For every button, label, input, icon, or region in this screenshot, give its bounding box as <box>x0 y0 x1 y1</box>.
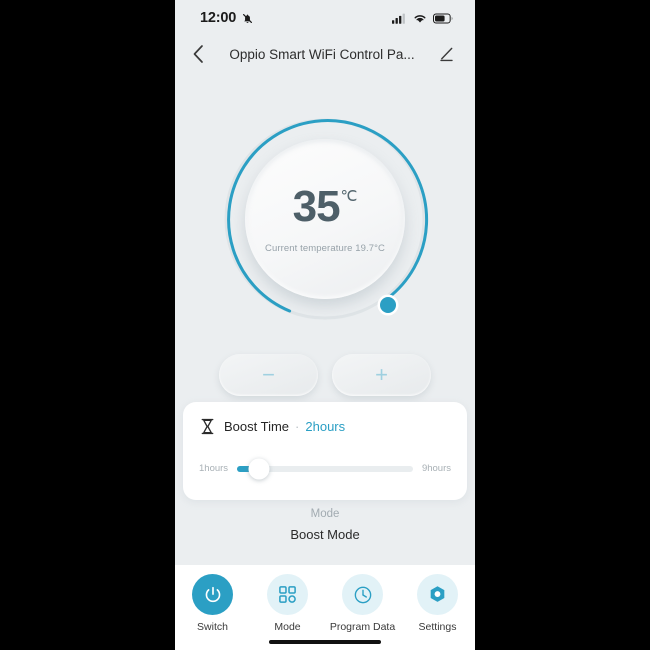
nav-label-mode: Mode <box>274 621 301 633</box>
wifi-icon <box>414 14 426 23</box>
dial-knob[interactable] <box>380 297 396 313</box>
mode-icon-circle <box>267 574 308 615</box>
decrease-temperature-button[interactable]: − <box>219 354 318 396</box>
mode-current-value: Boost Mode <box>290 527 360 542</box>
grid-icon <box>279 586 296 603</box>
bell-slash-icon <box>243 13 253 23</box>
status-bar-clock: 12:00 <box>200 10 237 26</box>
boost-time-header: Boost Time · 2hours <box>183 402 467 435</box>
back-button[interactable] <box>187 43 209 65</box>
home-indicator <box>269 639 381 644</box>
nav-item-mode[interactable]: Mode <box>254 574 322 633</box>
status-bar: 12:00 <box>175 0 475 36</box>
status-bar-left: 12:00 <box>200 10 254 26</box>
chevron-left-icon <box>193 45 203 63</box>
nav-item-switch[interactable]: Switch <box>179 574 247 633</box>
phone-screen: 12:00 Oppio Smart WiFi Control Pa... 35 … <box>175 0 475 650</box>
plus-icon: + <box>375 362 388 387</box>
cellular-signal-icon <box>392 13 405 24</box>
minus-icon: − <box>262 362 275 387</box>
app-header: Oppio Smart WiFi Control Pa... <box>175 36 475 72</box>
nav-label-program-data: Program Data <box>329 621 396 633</box>
bottom-navigation: Switch Mode Program Data Settings <box>175 565 475 650</box>
boost-time-value: 2hours <box>305 419 346 434</box>
pencil-edit-icon <box>439 47 453 61</box>
clock-icon <box>354 586 371 603</box>
battery-icon <box>433 13 453 24</box>
current-temperature-label: Current temperature 19.7°C <box>265 242 385 254</box>
temperature-stepper: − + <box>175 354 475 398</box>
boost-time-label: Boost Time <box>224 419 290 434</box>
nav-label-switch: Switch <box>197 621 228 633</box>
nav-label-settings: Settings <box>418 621 457 633</box>
switch-icon-circle <box>192 574 233 615</box>
hourglass-icon <box>201 418 214 435</box>
nav-item-settings[interactable]: Settings <box>404 574 472 633</box>
slider-min-label: 1hours <box>199 463 229 474</box>
status-bar-right <box>392 13 453 24</box>
slider-track[interactable] <box>237 458 413 479</box>
boost-separator: · <box>295 419 300 434</box>
edit-button[interactable] <box>435 43 457 65</box>
increase-temperature-button[interactable]: + <box>332 354 431 396</box>
settings-icon-circle <box>417 574 458 615</box>
program-data-icon-circle <box>342 574 383 615</box>
mode-caption: Mode <box>310 508 340 520</box>
boost-time-slider[interactable]: 1hours 9hours <box>183 458 467 479</box>
slider-handle[interactable] <box>248 458 270 479</box>
target-temperature-display: 35 ℃ <box>292 181 358 231</box>
temperature-unit: ℃ <box>340 187 358 205</box>
power-icon <box>205 586 220 602</box>
target-temperature-value: 35 <box>292 181 341 231</box>
mode-section: Mode Boost Mode <box>175 508 475 542</box>
page-title: Oppio Smart WiFi Control Pa... <box>229 46 415 62</box>
slider-max-label: 9hours <box>421 463 451 474</box>
hex-gear-icon <box>430 585 445 602</box>
boost-time-card: Boost Time · 2hours 1hours 9hours <box>183 402 467 500</box>
dial-face: 35 ℃ Current temperature 19.7°C <box>245 139 405 299</box>
nav-item-program-data[interactable]: Program Data <box>329 574 397 633</box>
temperature-dial[interactable]: 35 ℃ Current temperature 19.7°C <box>219 113 431 325</box>
